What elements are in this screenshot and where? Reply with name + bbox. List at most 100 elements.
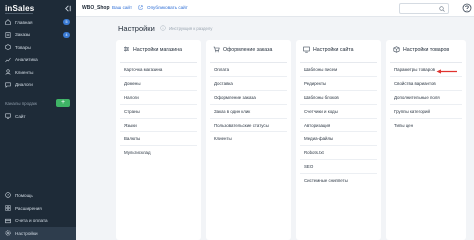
card-header: Настройки товаров — [393, 46, 449, 53]
settings-link[interactable]: Доставка — [210, 75, 287, 90]
section-guide-link[interactable]: Инструкция к разделу — [169, 26, 212, 31]
settings-link[interactable]: Налоги — [120, 89, 197, 104]
sidebar: inSales Главная 5 Заказы 4 Товары Аналит… — [0, 0, 76, 240]
extensions-icon — [5, 205, 11, 211]
sidebar-item-extensions[interactable]: Расширения — [0, 202, 76, 215]
settings-link[interactable]: Медиа-файлы — [300, 131, 377, 145]
card-title: Настройки магазина — [133, 46, 182, 53]
sidebar-item-analytics[interactable]: Аналитика — [0, 54, 76, 67]
settings-link[interactable]: Системные сниппеты — [300, 173, 377, 187]
checkout-settings-card: Оформление заказа Оплата Доставка Оформл… — [206, 40, 291, 240]
sidebar-item-dialogs[interactable]: Диалоги — [0, 79, 76, 92]
sidebar-item-label: Счета и оплата — [15, 218, 48, 224]
card-title: Настройки сайта — [313, 46, 354, 53]
visit-site-link[interactable]: Ваш сайт — [112, 5, 132, 10]
home-icon — [5, 19, 11, 26]
dialogs-icon — [5, 82, 11, 88]
clients-icon — [5, 69, 11, 75]
settings-link[interactable]: SEO — [300, 159, 377, 173]
orders-count-badge: 4 — [63, 31, 70, 38]
card-header: Настройки сайта — [303, 46, 353, 53]
products-icon — [5, 44, 11, 51]
sales-channels-label: Каналы продаж — [5, 101, 37, 106]
settings-link[interactable]: Группы категорий — [390, 103, 462, 118]
billing-icon — [5, 218, 11, 223]
home-count-badge: 5 — [63, 19, 70, 25]
add-channel-button[interactable]: + — [56, 99, 70, 107]
analytics-icon — [5, 57, 11, 62]
settings-link[interactable]: Карточка магазина — [120, 62, 197, 76]
settings-link[interactable]: Оформление заказа — [210, 89, 287, 104]
checkout-icon — [213, 46, 220, 53]
svg-text:?: ? — [7, 194, 9, 198]
card-header: Настройки магазина — [123, 46, 182, 53]
settings-link[interactable]: Авторизация — [300, 117, 377, 132]
site-settings-icon — [303, 46, 310, 53]
card-title: Настройки товаров — [403, 46, 450, 53]
settings-link[interactable]: Редиректы — [300, 75, 377, 90]
settings-link[interactable]: Шаблоны писем — [300, 62, 377, 76]
settings-link[interactable]: Домены — [120, 75, 197, 90]
settings-link[interactable]: Счетчики и коды — [300, 103, 377, 118]
settings-link[interactable]: Валюты — [120, 131, 197, 145]
help-circle-icon: ? — [5, 192, 11, 199]
settings-link[interactable]: Мультисклад — [120, 145, 197, 159]
sidebar-item-label: Товары — [15, 44, 31, 50]
sidebar-item-label: Клиенты — [15, 69, 34, 75]
card-header: Оформление заказа — [213, 46, 272, 53]
orders-icon — [5, 32, 11, 38]
sidebar-item-label: Заказы — [15, 32, 31, 38]
card-list: Оплата Доставка Оформление заказа Заказ … — [206, 62, 291, 145]
card-title: Оформление заказа — [223, 46, 273, 53]
settings-link[interactable]: Заказ в один клик — [210, 103, 287, 118]
top-bar: WBO_Shop Ваш сайт Опубликовать сайт — [76, 0, 474, 17]
info-icon — [160, 25, 166, 31]
settings-icon — [5, 230, 11, 237]
store-settings-card: Настройки магазина Карточка магазина Дом… — [116, 40, 201, 240]
annotation-arrow-icon — [436, 69, 457, 74]
sidebar-item-label: Аналитика — [15, 57, 38, 63]
sidebar-item-clients[interactable]: Клиенты — [0, 66, 76, 79]
search-input[interactable] — [399, 3, 449, 14]
settings-link[interactable]: Страны — [120, 103, 197, 118]
sidebar-item-label: Сайт — [15, 113, 26, 119]
sidebar-item-settings[interactable]: Настройки — [0, 227, 76, 240]
sidebar-item-help[interactable]: ? Помощь — [0, 189, 76, 202]
sidebar-item-label: Главная — [15, 19, 33, 25]
settings-link[interactable]: Языки — [120, 117, 197, 132]
search-icon[interactable] — [439, 6, 445, 12]
settings-link[interactable]: Дополнительные поля — [390, 89, 462, 104]
sidebar-bottom-nav: ? Помощь Расширения Счета и оплата Настр… — [0, 189, 76, 240]
external-link-icon[interactable] — [138, 4, 143, 10]
sidebar-item-products[interactable]: Товары — [0, 41, 76, 54]
sidebar-item-site[interactable]: Сайт — [0, 110, 76, 123]
settings-link[interactable]: Шаблоны блоков — [300, 89, 377, 104]
logo-divider — [5, 13, 33, 14]
logo: inSales — [5, 4, 35, 13]
sidebar-item-billing[interactable]: Счета и оплата — [0, 214, 76, 227]
sidebar-item-label: Диалоги — [15, 82, 33, 88]
sidebar-item-label: Помощь — [15, 192, 33, 198]
settings-link[interactable]: Оплата — [210, 62, 287, 76]
sidebar-item-label: Расширения — [15, 205, 42, 211]
settings-link[interactable]: Клиенты — [210, 131, 287, 145]
site-settings-card: Настройки сайта Шаблоны писем Редиректы … — [296, 40, 381, 240]
user-account-icon[interactable] — [462, 3, 472, 13]
settings-link[interactable]: Типы цен — [390, 117, 462, 132]
product-settings-icon — [393, 46, 400, 53]
settings-link[interactable]: Свойства вариантов — [390, 75, 462, 90]
settings-link[interactable]: Пользовательские статусы — [210, 117, 287, 132]
page-title: Настройки — [118, 24, 155, 33]
sidebar-item-label: Настройки — [15, 230, 38, 236]
monitor-icon — [5, 113, 11, 119]
sidebar-item-orders[interactable]: Заказы 4 — [0, 29, 76, 42]
sidebar-nav: Главная 5 Заказы 4 Товары Аналитика Клие… — [0, 16, 76, 91]
publish-site-link[interactable]: Опубликовать сайт — [147, 5, 188, 10]
settings-link[interactable]: Robots.txt — [300, 145, 377, 159]
card-list: Шаблоны писем Редиректы Шаблоны блоков С… — [296, 62, 381, 187]
store-settings-icon — [124, 46, 129, 52]
shop-name: WBO_Shop — [82, 5, 110, 11]
collapse-sidebar-icon[interactable] — [63, 4, 72, 13]
card-list: Карточка магазина Домены Налоги Страны Я… — [116, 62, 201, 159]
sidebar-item-home[interactable]: Главная 5 — [0, 16, 76, 29]
